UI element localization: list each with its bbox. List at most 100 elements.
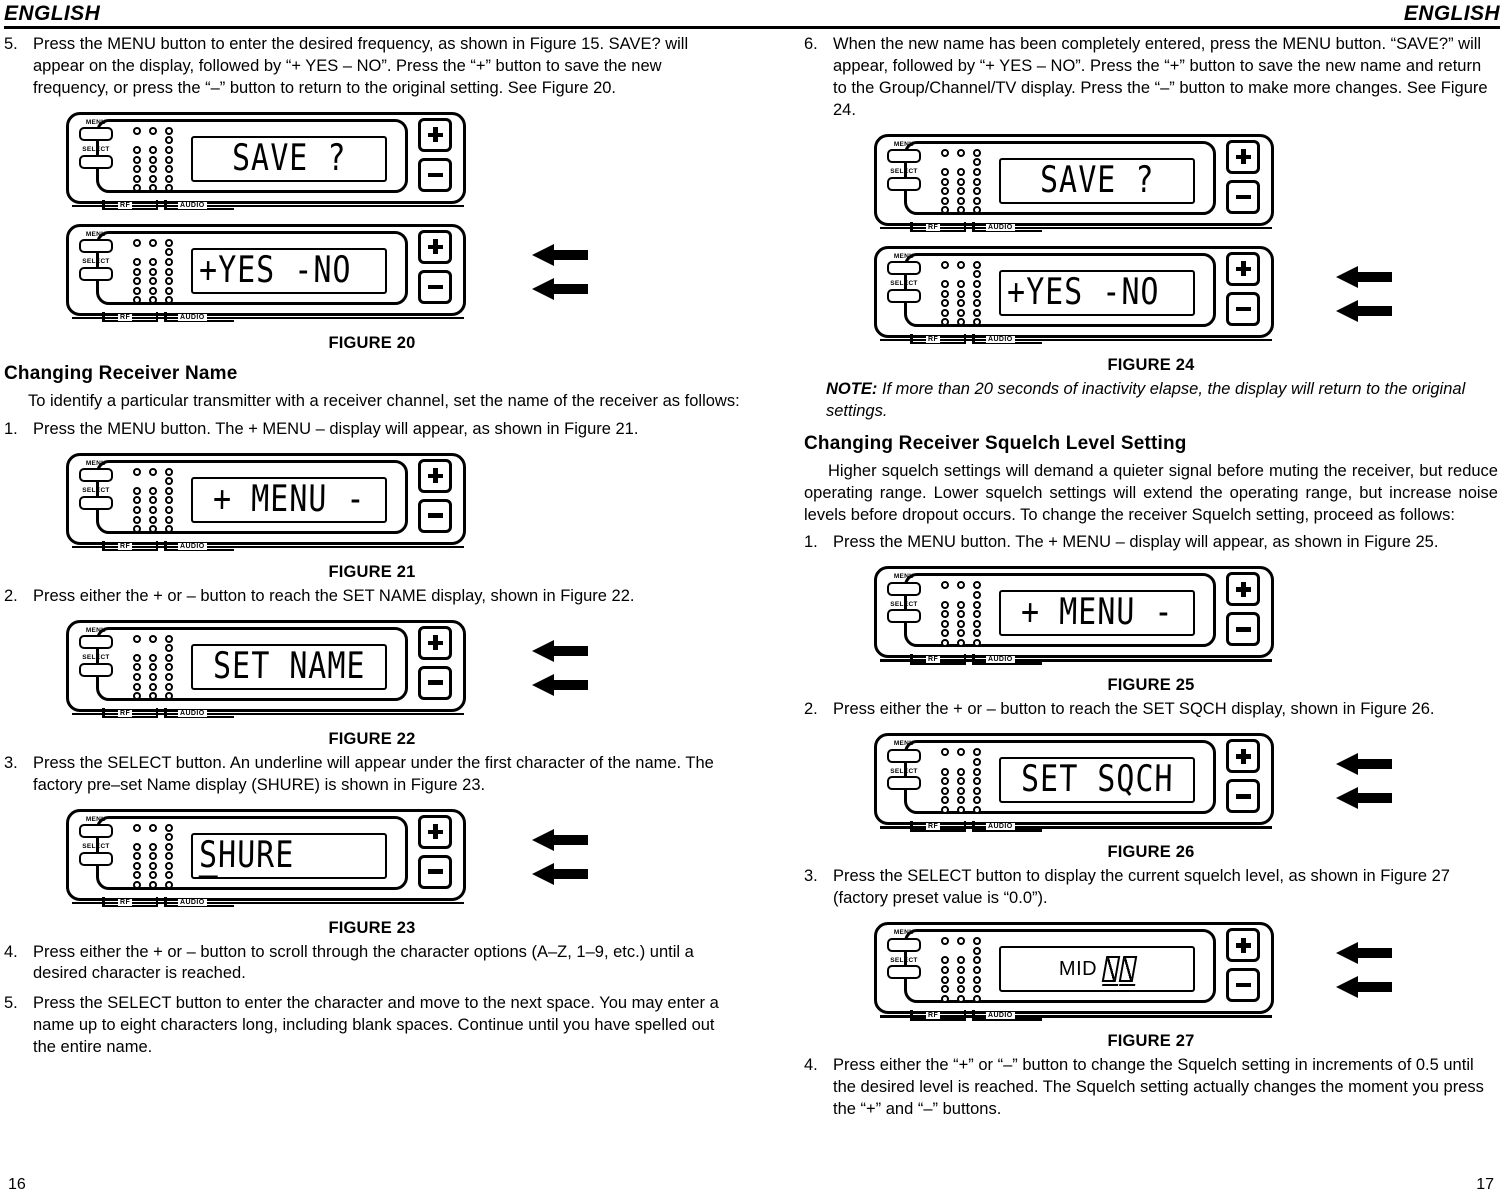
- led: [149, 174, 157, 183]
- plus-button[interactable]: [418, 625, 452, 660]
- plus-button[interactable]: [1226, 739, 1260, 774]
- led-placeholder: [149, 136, 157, 145]
- minus-button[interactable]: [418, 498, 452, 533]
- figure-23: SHURE MENU SELECT RF AUDIO: [4, 805, 740, 915]
- rf-bracket: RF: [102, 707, 158, 720]
- left-step-5-number: 5.: [4, 35, 18, 53]
- select-button[interactable]: [887, 288, 921, 303]
- menu-button[interactable]: [887, 937, 921, 952]
- led: [165, 165, 173, 174]
- audio-label: AUDIO: [986, 656, 1015, 664]
- menu-button[interactable]: [79, 239, 113, 254]
- lcd-text: SAVE ?: [231, 136, 347, 180]
- lcd-display: +YES -NO: [999, 269, 1195, 316]
- led-matrix: [941, 748, 985, 814]
- plus-button[interactable]: [418, 117, 452, 152]
- led: [149, 184, 157, 193]
- menu-button[interactable]: [79, 127, 113, 142]
- led: [133, 174, 141, 183]
- menu-button[interactable]: [887, 581, 921, 596]
- plus-button[interactable]: [1226, 251, 1260, 286]
- minus-button[interactable]: [1226, 291, 1260, 326]
- menu-button[interactable]: [887, 149, 921, 164]
- left-step-5b-text: Press the SELECT button to enter the cha…: [33, 994, 719, 1057]
- minus-button[interactable]: [1226, 779, 1260, 814]
- menu-button-label: MENU: [893, 252, 915, 260]
- select-button[interactable]: [887, 609, 921, 624]
- right-step-1: 1. Press the MENU button. The + MENU – d…: [804, 532, 1498, 554]
- audio-bracket: AUDIO: [164, 311, 234, 324]
- led: [165, 155, 173, 164]
- plus-button[interactable]: [418, 458, 452, 493]
- minus-button[interactable]: [1226, 179, 1260, 214]
- minus-icon: [427, 513, 443, 518]
- right-step-4: 4. Press either the “+” or “–” button to…: [804, 1055, 1498, 1121]
- minus-button[interactable]: [418, 269, 452, 304]
- minus-button[interactable]: [418, 854, 452, 889]
- minus-button[interactable]: [1226, 612, 1260, 647]
- figure-24-panel-a: SAVE ? MENU SELECT RF AUDIO: [804, 130, 1498, 240]
- plus-button[interactable]: [1226, 139, 1260, 174]
- plus-icon: [1235, 261, 1251, 277]
- plus-button[interactable]: [418, 229, 452, 264]
- lcd-text: SET NAME: [212, 644, 366, 688]
- left-step-1-number: 1.: [4, 419, 18, 438]
- page-number-right: 17: [1476, 1176, 1494, 1193]
- rf-bracket: RF: [910, 654, 966, 666]
- rf-bracket: RF: [910, 1010, 966, 1022]
- figure-24-caption: FIGURE 24: [1107, 355, 1195, 374]
- arrow-left-icon: [1336, 976, 1392, 999]
- select-button[interactable]: [887, 965, 921, 980]
- note-label: NOTE:: [826, 379, 878, 398]
- section-title-changing-squelch: Changing Receiver Squelch Level Setting: [804, 432, 1187, 454]
- select-button[interactable]: [79, 154, 113, 169]
- plus-button[interactable]: [1226, 928, 1260, 963]
- receiver-panel: +YES -NO MENU SELECT RF AUDIO: [874, 242, 1392, 346]
- led: [133, 146, 141, 154]
- minus-button[interactable]: [418, 665, 452, 700]
- select-button-label: SELECT: [82, 843, 110, 850]
- left-step-3: 3. Press the SELECT button. An underline…: [4, 753, 740, 797]
- left-step-5b: 5. Press the SELECT button to enter the …: [4, 993, 740, 1059]
- select-button-label: SELECT: [890, 280, 918, 288]
- left-step-2: 2. Press either the + or – button to rea…: [4, 586, 740, 608]
- select-button[interactable]: [887, 776, 921, 791]
- plus-icon: [427, 824, 443, 839]
- select-button[interactable]: [79, 266, 113, 281]
- figure-21-caption: FIGURE 21: [328, 562, 416, 581]
- select-button[interactable]: [79, 495, 113, 510]
- receiver-panel: SET NAME MENU SELECT RF AUDIO: [66, 616, 588, 720]
- select-button-label: SELECT: [82, 654, 110, 662]
- menu-button[interactable]: [79, 824, 113, 838]
- right-step-1-number: 1.: [804, 533, 818, 552]
- rf-label: RF: [926, 823, 941, 831]
- led: [149, 155, 157, 164]
- select-button[interactable]: [79, 662, 113, 677]
- plus-button[interactable]: [418, 814, 452, 849]
- left-step-3-text: Press the SELECT button. An underline wi…: [33, 753, 714, 794]
- menu-button[interactable]: [79, 635, 113, 650]
- led: [133, 126, 141, 135]
- select-button-label: SELECT: [890, 600, 918, 608]
- lcd-display: +YES -NO: [191, 247, 387, 294]
- minus-button[interactable]: [418, 157, 452, 192]
- select-button[interactable]: [79, 851, 113, 866]
- menu-button-label: MENU: [893, 929, 915, 937]
- lcd-text: + MENU -: [1020, 591, 1174, 635]
- plus-icon: [427, 635, 443, 651]
- rf-label: RF: [118, 313, 133, 321]
- led-matrix: [133, 467, 177, 534]
- plus-icon: [1235, 748, 1251, 764]
- led-matrix: [941, 937, 985, 1003]
- menu-button[interactable]: [887, 748, 921, 763]
- menu-button[interactable]: [79, 468, 113, 483]
- led: [165, 146, 173, 154]
- select-button[interactable]: [887, 176, 921, 191]
- menu-button[interactable]: [887, 261, 921, 276]
- audio-bracket: AUDIO: [972, 821, 1042, 833]
- minus-icon: [427, 172, 443, 178]
- plus-button[interactable]: [1226, 572, 1260, 607]
- minus-button[interactable]: [1226, 968, 1260, 1003]
- led-placeholder: [133, 136, 141, 145]
- led: [133, 165, 141, 174]
